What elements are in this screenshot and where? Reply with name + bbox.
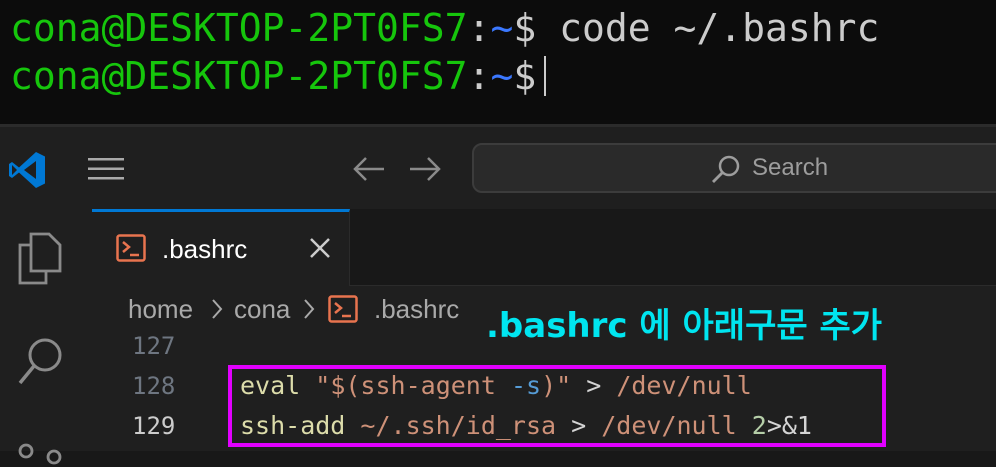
search-placeholder: Search bbox=[752, 154, 829, 181]
terminal-colon: : bbox=[467, 6, 491, 50]
hamburger-menu-icon[interactable] bbox=[88, 157, 124, 181]
vscode-logo bbox=[6, 149, 48, 191]
terminal-prompt-symbol: $ bbox=[513, 54, 537, 98]
code-token-string: )" bbox=[541, 371, 572, 400]
code-line[interactable]: eval "$(ssh-agent -s)" > /dev/null bbox=[240, 366, 752, 406]
annotation-text: .bashrc 에 아래구문 추가 bbox=[486, 306, 883, 346]
code-token-flag: -s bbox=[510, 371, 542, 400]
tab-bashrc[interactable]: .bashrc bbox=[92, 209, 350, 286]
arrow-left-icon[interactable] bbox=[352, 155, 386, 183]
code-token-function: ssh-add bbox=[240, 411, 346, 440]
line-number: 129 bbox=[132, 412, 176, 440]
files-icon[interactable] bbox=[16, 231, 64, 285]
terminal-line[interactable]: cona@DESKTOP-2PT0FS7:~$ bbox=[10, 51, 547, 101]
code-token-function: eval bbox=[240, 371, 301, 400]
arrow-right-icon[interactable] bbox=[408, 155, 442, 183]
code-token-operator: > bbox=[571, 371, 617, 400]
command-center-search[interactable]: Search bbox=[472, 143, 996, 193]
terminal-window: cona@DESKTOP-2PT0FS7:~$ code ~/.bashrc c… bbox=[0, 0, 996, 127]
code-token-string: "$(ssh-agent bbox=[315, 371, 511, 400]
terminal-colon: : bbox=[467, 54, 491, 98]
code-token-operator: > bbox=[556, 411, 602, 440]
close-icon[interactable] bbox=[308, 236, 332, 260]
activity-bar bbox=[0, 209, 92, 465]
magnifier-icon[interactable] bbox=[16, 335, 66, 389]
terminal-prompt-symbol: $ bbox=[513, 6, 537, 50]
breadcrumb-item-cona[interactable]: cona bbox=[234, 286, 290, 332]
terminal-path: ~ bbox=[490, 54, 514, 98]
code-token-path: /dev/null bbox=[601, 411, 737, 440]
code-line[interactable]: ssh-add ~/.ssh/id_rsa > /dev/null 2>&1 bbox=[240, 406, 812, 446]
code-token-path: ~/.ssh/id_rsa bbox=[345, 411, 557, 440]
vscode-titlebar: Search bbox=[0, 127, 996, 209]
chevron-right-icon bbox=[210, 298, 224, 320]
code-token-number: 2 bbox=[736, 411, 767, 440]
line-number: 128 bbox=[132, 372, 176, 400]
breadcrumb-item-file[interactable]: .bashrc bbox=[374, 286, 459, 332]
editor-tab-bar: .bashrc bbox=[92, 209, 996, 286]
search-icon bbox=[710, 154, 742, 184]
terminal-line: cona@DESKTOP-2PT0FS7:~$ code ~/.bashrc bbox=[10, 3, 879, 53]
code-token-path: /dev/null bbox=[616, 371, 752, 400]
source-control-icon[interactable] bbox=[18, 437, 64, 467]
terminal-file-icon bbox=[328, 295, 358, 323]
terminal-command: code ~/.bashrc bbox=[536, 6, 880, 50]
terminal-cursor bbox=[544, 55, 547, 96]
tab-label: .bashrc bbox=[162, 234, 248, 264]
terminal-path: ~ bbox=[490, 6, 514, 50]
code-token-operator: >&1 bbox=[766, 411, 812, 440]
chevron-right-icon bbox=[302, 298, 316, 320]
terminal-file-icon bbox=[116, 234, 146, 262]
terminal-user-host: cona@DESKTOP-2PT0FS7 bbox=[10, 6, 468, 50]
line-number: 127 bbox=[132, 332, 176, 360]
terminal-user-host: cona@DESKTOP-2PT0FS7 bbox=[10, 54, 468, 98]
